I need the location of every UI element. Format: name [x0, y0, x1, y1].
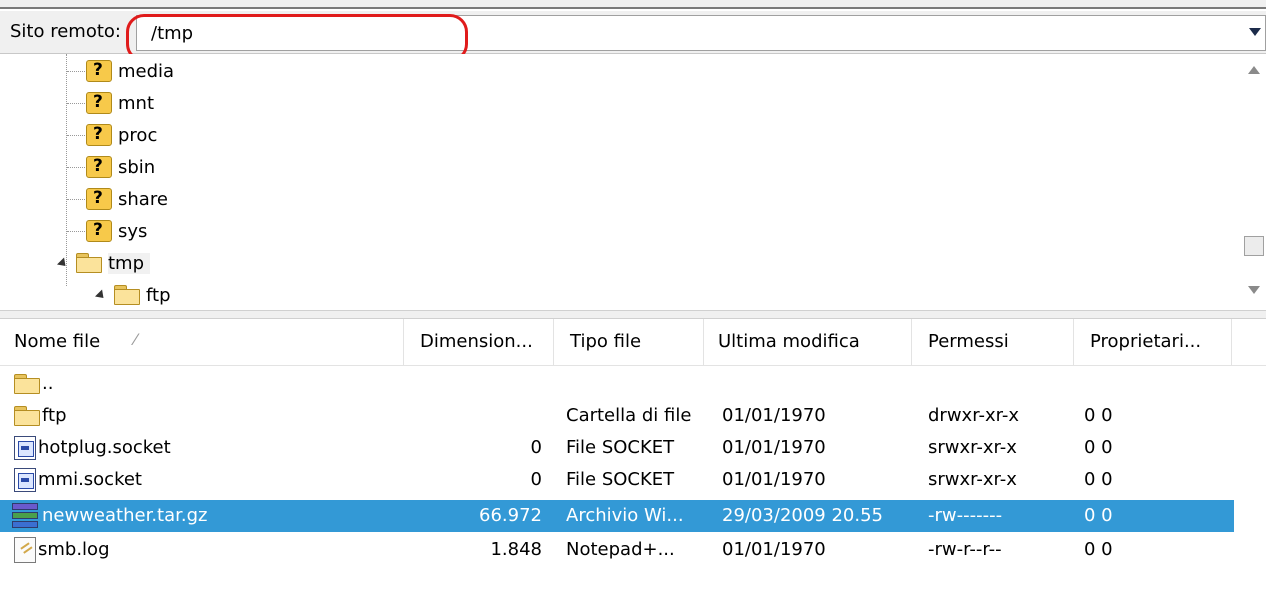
- remote-path-input[interactable]: [151, 21, 1051, 45]
- file-list-header: Nome file ⁄ Dimension... Tipo file Ultim…: [0, 319, 1266, 366]
- tree-item-proc[interactable]: proc: [86, 119, 157, 151]
- remote-directory-tree: media mnt proc sbin share sys tmp ftp: [0, 54, 1266, 310]
- tree-guide-line: [67, 103, 85, 104]
- unknown-folder-icon: [86, 60, 112, 82]
- tree-guide-line: [67, 167, 85, 168]
- file-row-ftp[interactable]: ftp Cartella di file 01/01/1970 drwxr-xr…: [0, 400, 1234, 432]
- tree-item-ftp[interactable]: ftp: [94, 279, 171, 310]
- sort-indicator-icon: ⁄: [134, 330, 137, 349]
- file-row-parent[interactable]: ..: [0, 368, 1234, 400]
- tree-item-tmp[interactable]: tmp: [56, 247, 151, 279]
- unknown-folder-icon: [86, 124, 112, 146]
- column-header-size[interactable]: Dimension...: [404, 319, 554, 365]
- top-border: [0, 0, 1266, 9]
- column-header-modified[interactable]: Ultima modifica: [704, 319, 912, 365]
- folder-icon: [76, 253, 102, 273]
- remote-file-list: .. ftp Cartella di file 01/01/1970 drwxr…: [0, 366, 1266, 608]
- folder-up-icon: [14, 374, 40, 394]
- file-row-mmi-socket[interactable]: mmi.socket 0 File SOCKET 01/01/1970 srwx…: [0, 464, 1234, 496]
- column-header-owner[interactable]: Proprietari...: [1074, 319, 1232, 365]
- file-row-hotplug-socket[interactable]: hotplug.socket 0 File SOCKET 01/01/1970 …: [0, 432, 1234, 464]
- dropdown-arrow-icon[interactable]: [1249, 28, 1261, 36]
- file-row-smb-log[interactable]: smb.log 1.848 Notepad+... 01/01/1970 -rw…: [0, 534, 1234, 566]
- scroll-up-icon[interactable]: [1248, 66, 1260, 74]
- tree-item-sys[interactable]: sys: [86, 215, 147, 247]
- tree-item-media[interactable]: media: [86, 55, 174, 87]
- tree-guide-line: [67, 231, 85, 232]
- notepad-file-icon: [14, 537, 36, 563]
- tree-item-mnt[interactable]: mnt: [86, 87, 154, 119]
- remote-path-combobox[interactable]: [136, 15, 1266, 51]
- socket-file-icon: [14, 436, 36, 460]
- tree-guide-line: [67, 199, 85, 200]
- socket-file-icon: [14, 468, 36, 492]
- column-header-type[interactable]: Tipo file: [554, 319, 704, 365]
- unknown-folder-icon: [86, 156, 112, 178]
- expanded-arrow-icon[interactable]: [94, 288, 108, 302]
- archive-icon: [10, 503, 40, 529]
- tree-guide-line: [67, 135, 85, 136]
- column-header-name[interactable]: Nome file ⁄: [0, 319, 404, 365]
- remote-site-bar: Sito remoto:: [0, 11, 1266, 62]
- unknown-folder-icon: [86, 188, 112, 210]
- scroll-down-icon[interactable]: [1248, 286, 1260, 294]
- expanded-arrow-icon[interactable]: [56, 256, 70, 270]
- tree-item-sbin[interactable]: sbin: [86, 151, 155, 183]
- folder-icon: [14, 406, 40, 426]
- remote-site-label: Sito remoto:: [10, 21, 121, 42]
- tree-item-share[interactable]: share: [86, 183, 168, 215]
- folder-icon: [114, 285, 140, 305]
- file-row-newweather[interactable]: newweather.tar.gz 66.972 Archivio Wi... …: [0, 500, 1234, 532]
- tree-scrollbar[interactable]: [1240, 54, 1266, 310]
- pane-splitter[interactable]: [0, 310, 1266, 319]
- scroll-thumb[interactable]: [1244, 236, 1264, 256]
- column-header-permissions[interactable]: Permessi: [912, 319, 1074, 365]
- unknown-folder-icon: [86, 92, 112, 114]
- unknown-folder-icon: [86, 220, 112, 242]
- tree-guide-line: [67, 71, 85, 72]
